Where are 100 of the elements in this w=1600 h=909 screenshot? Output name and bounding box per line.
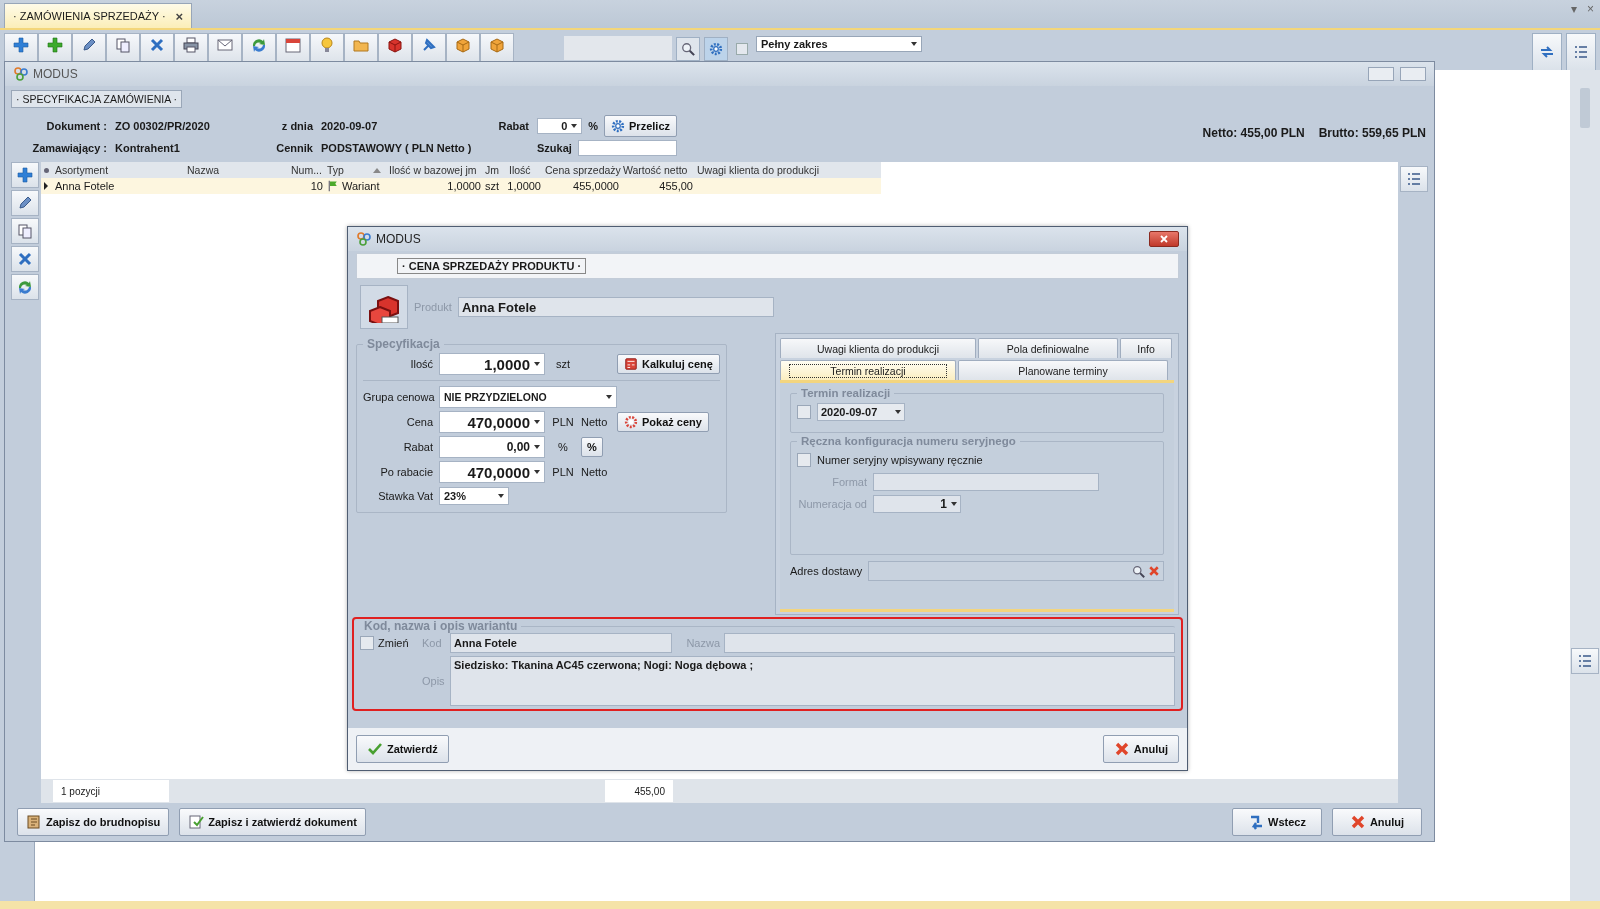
close-tab-button[interactable]: × — [175, 8, 184, 24]
add-button[interactable] — [11, 162, 39, 188]
document-tab[interactable]: · ZAMÓWIENIA SPRZEDAŻY · × — [4, 3, 193, 28]
price-type-label: Netto — [581, 416, 609, 428]
toolbar-button[interactable] — [310, 33, 344, 63]
close-button[interactable] — [1149, 231, 1179, 247]
table-row[interactable]: Anna Fotele 10 Wariant 1,0000 szt 1,0000 455,0000 455,00 — [41, 178, 881, 194]
discounted-price-field[interactable]: 470,0000 — [439, 461, 545, 483]
date-field[interactable]: 2020-09-07 — [817, 403, 905, 421]
discount-field[interactable]: 0 — [537, 118, 583, 134]
toolbar-field[interactable] — [564, 36, 672, 60]
toolbar-button[interactable] — [480, 33, 514, 63]
copy-button[interactable] — [11, 218, 39, 244]
menu-dropdown-button[interactable]: ▾ — [1571, 2, 1577, 16]
cancel-button[interactable]: Anuluj — [1332, 808, 1422, 836]
printer-icon — [183, 37, 199, 53]
toolbar-button[interactable] — [378, 33, 412, 63]
column-header[interactable]: Cena sprzedaży — [543, 164, 621, 176]
range-dropdown[interactable]: Pełny zakres — [756, 36, 922, 52]
box-icon — [489, 37, 505, 53]
calculate-price-button[interactable]: Kalkuluj cenę — [617, 354, 720, 374]
checkbox-label[interactable]: Numer seryjny wpisywany ręcznie — [817, 454, 983, 466]
name-field[interactable] — [724, 633, 1175, 653]
refresh-button[interactable] — [11, 274, 39, 300]
column-header[interactable]: Typ — [325, 164, 387, 176]
toolbar-button[interactable] — [106, 33, 140, 63]
tab[interactable]: Pola definiowalne — [978, 338, 1118, 358]
price-field[interactable]: 470,0000 — [439, 411, 545, 433]
logo-icon — [13, 66, 29, 82]
restore-button[interactable] — [1368, 67, 1394, 81]
toolbar-button[interactable] — [140, 33, 174, 63]
column-header[interactable]: Uwagi klienta do produkcji — [695, 164, 881, 176]
toolbar-button[interactable] — [208, 33, 242, 63]
delete-button[interactable] — [11, 246, 39, 272]
save-button[interactable]: Zapisz do brudnopisu — [17, 808, 170, 836]
toolbar-button[interactable] — [412, 33, 446, 63]
vat-rate-dropdown[interactable]: 23% — [439, 487, 509, 505]
toolbar-button[interactable] — [4, 33, 38, 63]
recalculate-button[interactable]: Przelicz — [604, 115, 677, 137]
toolbar-toggle[interactable] — [736, 43, 748, 55]
search-icon — [1132, 564, 1145, 578]
toolbar-button[interactable] — [72, 33, 106, 63]
percent-label: % — [588, 120, 599, 132]
column-header[interactable]: Nazwa — [185, 164, 289, 176]
show-prices-button[interactable]: Pokaż ceny — [617, 412, 709, 432]
tab[interactable]: Termin realizacji — [780, 360, 956, 380]
list-view-button[interactable] — [1566, 33, 1596, 71]
column-header[interactable]: Wartość netto — [621, 164, 695, 176]
description-field[interactable]: Siedzisko: Tkanina AC45 czerwona; Nogi: Noga dębowa ; — [450, 656, 1175, 706]
save-button[interactable]: Zapisz i zatwierdź dokument — [179, 808, 366, 836]
list-view-button[interactable] — [1571, 648, 1599, 674]
checkbox[interactable] — [797, 453, 811, 467]
search-button[interactable] — [676, 37, 700, 61]
checkbox[interactable] — [797, 405, 811, 419]
tab[interactable]: Info — [1120, 338, 1172, 358]
price-group-dropdown[interactable]: NIE PRZYDZIELONO — [439, 386, 617, 408]
back-button[interactable]: Wstecz — [1232, 808, 1322, 836]
column-header[interactable]: Num... — [289, 164, 325, 176]
column-header[interactable]: Asortyment — [53, 164, 185, 176]
swap-button[interactable] — [1532, 33, 1562, 71]
code-field[interactable]: Anna Fotele — [450, 633, 672, 653]
address-field[interactable] — [868, 561, 1164, 581]
toolbar-button[interactable] — [174, 33, 208, 63]
column-header[interactable]: Ilość w bazowej jm — [387, 164, 483, 176]
column-header[interactable]: Jm — [483, 164, 507, 176]
calendar-icon — [285, 37, 301, 53]
start-number-field[interactable]: 1 — [873, 495, 961, 513]
confirm-button[interactable]: Zatwierdź — [356, 735, 449, 763]
unit-label: szt — [554, 358, 572, 370]
format-field[interactable] — [873, 473, 1099, 491]
quantity-field[interactable]: 1,0000 — [439, 353, 545, 375]
list-icon — [1573, 44, 1589, 60]
tab[interactable]: Uwagi klienta do produkcji — [780, 338, 976, 358]
field-label: Stawka Vat — [377, 490, 433, 502]
scrollbar-thumb[interactable] — [1580, 88, 1590, 128]
list-view-button[interactable] — [1400, 166, 1428, 192]
sort-icon — [373, 167, 381, 173]
cancel-button[interactable]: Anuluj — [1102, 735, 1179, 763]
checkbox[interactable] — [360, 636, 374, 650]
caret-icon — [498, 494, 504, 498]
column-header[interactable]: Ilość — [507, 164, 543, 176]
percent-button[interactable]: % — [581, 437, 603, 457]
discount-field[interactable]: 0,00 — [439, 436, 545, 458]
unit-label: PLN — [551, 466, 575, 478]
row-count: 1 pozycji — [53, 780, 169, 802]
toolbar-button[interactable] — [242, 33, 276, 63]
toolbar-button[interactable] — [446, 33, 480, 63]
field-label: Zamawiający : — [31, 142, 107, 154]
toolbar-button[interactable] — [38, 33, 72, 63]
toolbar-button[interactable] — [344, 33, 378, 63]
close-button[interactable]: × — [1587, 2, 1594, 16]
caret-icon — [911, 42, 917, 46]
search-field[interactable] — [577, 140, 677, 156]
document-date: 2020-09-07 — [321, 120, 379, 132]
table-cell-text: Anna Fotele — [54, 180, 116, 192]
checkbox-label[interactable]: Zmień — [378, 637, 418, 649]
edit-button[interactable] — [11, 190, 39, 216]
toolbar-button[interactable] — [276, 33, 310, 63]
tab[interactable]: Planowane terminy — [958, 360, 1168, 380]
settings-button[interactable] — [704, 37, 728, 61]
